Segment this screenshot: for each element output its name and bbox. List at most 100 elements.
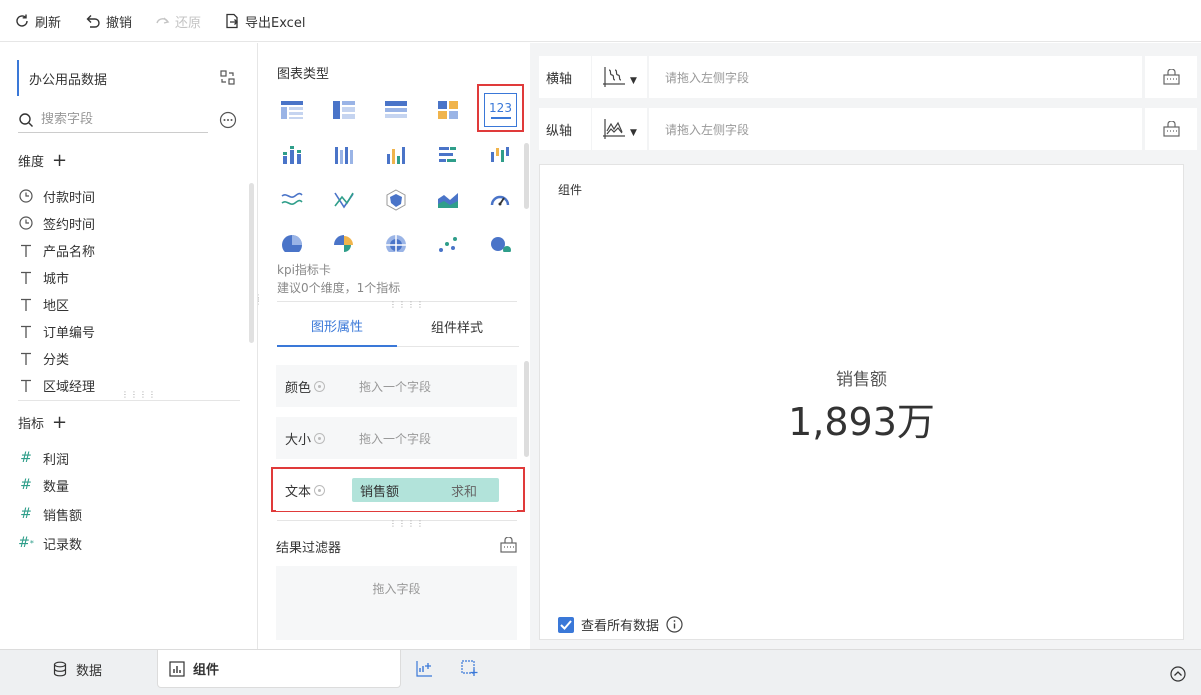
multi-level-pie-chart-icon[interactable]	[381, 230, 411, 252]
info-icon[interactable]	[666, 616, 683, 633]
gauge-chart-icon[interactable]	[485, 185, 515, 215]
color-drop-zone[interactable]: 颜色 拖入一个字段	[276, 365, 517, 407]
area-chart-icon[interactable]	[433, 185, 463, 215]
field-item[interactable]: 产品名称	[18, 240, 95, 260]
y-axis-lock-icon[interactable]	[1145, 108, 1197, 150]
detail-table-chart-icon[interactable]	[381, 95, 411, 125]
size-drop-zone[interactable]: 大小 拖入一个字段	[276, 417, 517, 459]
add-component-icon[interactable]	[416, 660, 433, 677]
chevron-down-icon: ▼	[630, 76, 637, 86]
field-item[interactable]: # 利润	[18, 448, 69, 468]
hash-icon: #	[20, 450, 32, 466]
hash-icon: #	[20, 477, 32, 493]
stacked-bar-chart-icon[interactable]	[277, 140, 307, 170]
chart-types-row-clipped	[259, 228, 521, 252]
field-item[interactable]: # * 记录数	[18, 533, 82, 553]
result-filter-title: 结果过滤器	[276, 541, 342, 556]
text-drop-zone[interactable]: 文本 销售额 求和	[276, 469, 517, 511]
settings-icon[interactable]	[314, 484, 326, 496]
y-axis-drop-zone[interactable]: 请拖入左侧字段	[649, 108, 1142, 150]
settings-icon[interactable]	[314, 380, 326, 392]
text-type-icon	[18, 271, 34, 284]
toolbar: 刷新 撤销 还原 导出Excel	[0, 0, 1201, 42]
hash-icon: #	[20, 506, 32, 522]
datasource-selector[interactable]: 办公用品数据	[17, 60, 241, 96]
tab-component-style[interactable]: 组件样式	[397, 305, 517, 347]
field-item[interactable]: 订单编号	[18, 321, 95, 341]
field-item[interactable]: 付款时间	[18, 186, 95, 206]
grouped-table-chart-icon[interactable]	[277, 95, 307, 125]
undo-label: 撤销	[106, 15, 133, 31]
multi-column-chart-icon[interactable]	[329, 140, 359, 170]
chart-config-panel: 图表类型 123 1	[259, 43, 555, 649]
field-label: 订单编号	[43, 325, 96, 341]
more-options-icon[interactable]	[219, 111, 237, 129]
field-item[interactable]: 签约时间	[18, 213, 95, 233]
field-item[interactable]: 区域经理	[18, 375, 95, 395]
hash-star-icon: # *	[18, 535, 34, 551]
x-axis-drop-zone[interactable]: 请拖入左侧字段	[649, 56, 1142, 98]
line-chart-icon[interactable]	[277, 185, 307, 215]
x-axis-row: 横轴 ▼ 请拖入左侧字段	[539, 56, 1198, 98]
switch-datasource-icon[interactable]	[220, 70, 235, 85]
add-filter-component-icon[interactable]	[461, 660, 478, 677]
field-label: 区域经理	[43, 379, 96, 395]
field-label: 分类	[43, 352, 70, 368]
resize-handle[interactable]: ⋮⋮⋮⋮	[389, 520, 425, 528]
x-axis-placeholder: 请拖入左侧字段	[665, 70, 750, 85]
redo-icon	[156, 17, 170, 24]
y-axis-type-dropdown[interactable]: ▼	[592, 108, 647, 150]
field-item[interactable]: 城市	[18, 267, 69, 287]
tab-shape-properties[interactable]: 图形属性	[277, 305, 397, 347]
bubble-chart-icon[interactable]	[485, 230, 515, 252]
refresh-button[interactable]: 刷新	[14, 11, 61, 31]
column-chart-icon[interactable]	[381, 140, 411, 170]
chart-types-scrollbar[interactable]	[524, 143, 529, 209]
view-all-label: 查看所有数据	[581, 619, 660, 634]
tab-label: 图形属性	[310, 319, 363, 335]
range-column-chart-icon[interactable]	[485, 140, 515, 170]
field-label: 城市	[43, 271, 70, 287]
add-measure-icon[interactable]: +	[52, 413, 67, 431]
field-item[interactable]: # 数量	[18, 475, 69, 495]
cross-line-chart-icon[interactable]	[329, 185, 359, 215]
kpi-icon-underline	[490, 117, 511, 119]
field-panel: 办公用品数据 维度 + 付款时间 签约时间 产品名称 城市 地区 订单编号	[0, 43, 258, 649]
settings-icon[interactable]	[314, 432, 326, 444]
rose-pie-chart-icon[interactable]	[329, 230, 359, 252]
filter-lock-icon[interactable]	[500, 537, 517, 553]
field-item[interactable]: # 销售额	[18, 504, 82, 524]
tab-data[interactable]: 数据	[52, 650, 102, 688]
properties-scrollbar[interactable]	[524, 361, 529, 457]
clock-icon	[18, 216, 34, 230]
x-axis-type-dropdown[interactable]: ▼	[592, 56, 647, 98]
scatter-chart-icon[interactable]	[433, 230, 463, 252]
field-list-scrollbar[interactable]	[249, 183, 254, 343]
field-item[interactable]: 地区	[18, 294, 69, 314]
kpi-card-chart-icon[interactable]: 123	[484, 93, 517, 127]
redo-button[interactable]: 还原	[154, 11, 201, 31]
field-item[interactable]: 分类	[18, 348, 69, 368]
measures-title: 指标	[18, 417, 45, 432]
export-excel-button[interactable]: 导出Excel	[224, 11, 305, 31]
resize-handle[interactable]: ⋮⋮⋮⋮	[121, 391, 157, 399]
pie-chart-icon[interactable]	[277, 230, 307, 252]
horizontal-bar-chart-icon[interactable]	[433, 140, 463, 170]
x-axis-icon	[603, 67, 625, 87]
export-label: 导出Excel	[245, 15, 306, 31]
multi-indicator-chart-icon[interactable]	[433, 95, 463, 125]
result-filter-drop-zone[interactable]: 拖入字段	[276, 566, 517, 640]
cross-table-chart-icon[interactable]	[329, 95, 359, 125]
view-all-checkbox[interactable]	[558, 616, 574, 633]
size-placeholder: 拖入一个字段	[359, 431, 432, 446]
undo-button[interactable]: 撤销	[85, 11, 132, 31]
x-axis-lock-icon[interactable]	[1145, 56, 1197, 98]
y-axis-row: 纵轴 ▼ 请拖入左侧字段	[539, 108, 1198, 150]
text-field-pill[interactable]: 销售额 求和	[352, 478, 499, 502]
add-dimension-icon[interactable]: +	[52, 151, 67, 169]
field-label: 销售额	[43, 508, 83, 524]
search-input[interactable]	[41, 112, 191, 127]
collapse-up-icon[interactable]	[1170, 666, 1186, 682]
radar-chart-icon[interactable]	[381, 185, 411, 215]
tab-widget[interactable]: 组件	[157, 650, 401, 688]
